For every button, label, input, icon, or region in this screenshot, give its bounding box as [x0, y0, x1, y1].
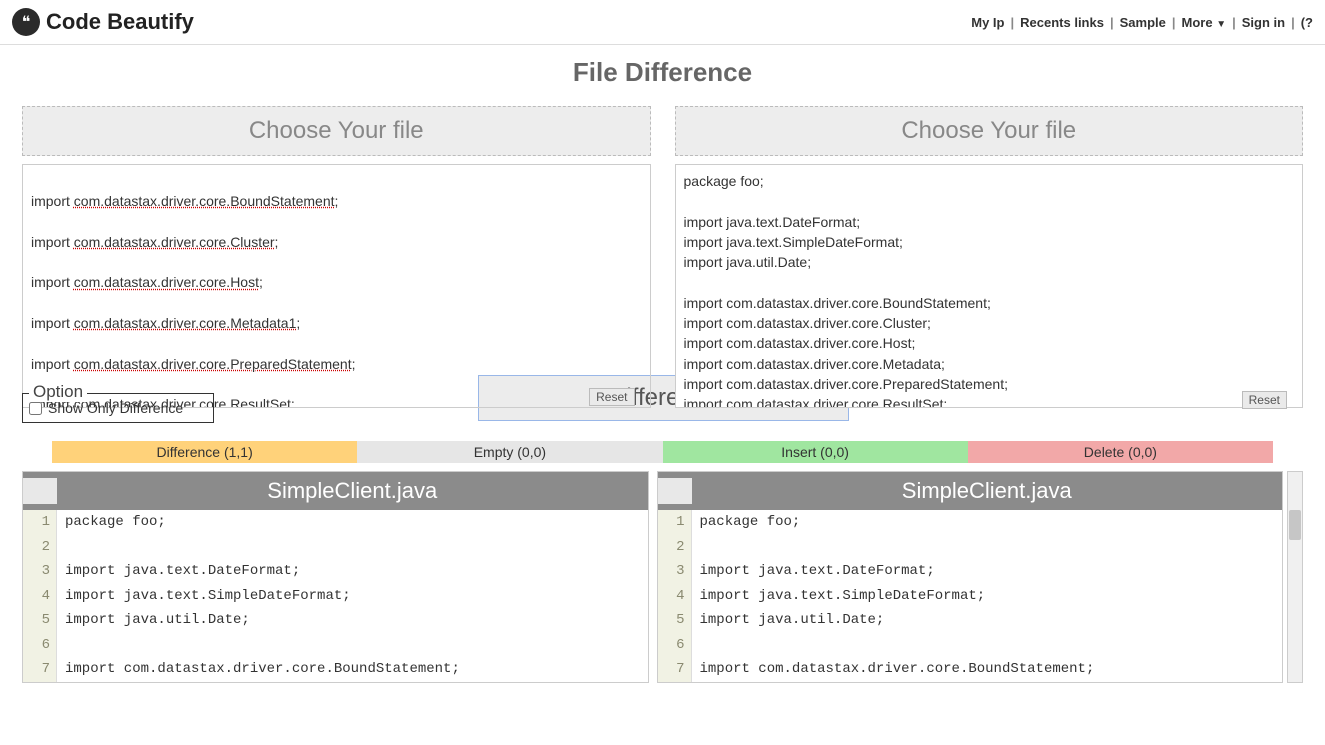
diff-line: 3import java.text.DateFormat;: [658, 559, 1283, 584]
nav-sample[interactable]: Sample: [1120, 15, 1166, 30]
diff-line: 4import java.text.SimpleDateFormat;: [658, 584, 1283, 609]
nav-more[interactable]: More ▼: [1182, 15, 1227, 30]
diff-right-title: SimpleClient.java: [692, 478, 1283, 504]
brand[interactable]: ❝ Code Beautify: [12, 8, 194, 36]
diff-left-title: SimpleClient.java: [57, 478, 648, 504]
reset-left-button[interactable]: Reset: [589, 388, 634, 406]
diff-right-body: 1package foo;23import java.text.DateForm…: [658, 510, 1283, 682]
nav-my-ip[interactable]: My Ip: [971, 15, 1004, 30]
diff-line: 7import com.datastax.driver.core.BoundSt…: [23, 657, 648, 682]
top-nav: My Ip | Recents links | Sample | More ▼ …: [971, 15, 1313, 30]
option-legend: Option: [29, 382, 87, 402]
diff-line: 2: [658, 535, 1283, 560]
reset-right-button[interactable]: Reset: [1242, 391, 1287, 409]
diff-scrollbar[interactable]: [1287, 471, 1303, 683]
choose-file-right[interactable]: Choose Your file: [675, 106, 1304, 156]
logo-icon: ❝: [12, 8, 40, 36]
nav-sign-in[interactable]: Sign in: [1242, 15, 1285, 30]
nav-recent-links[interactable]: Recents links: [1020, 15, 1104, 30]
diff-line: 6: [23, 633, 648, 658]
right-code-input[interactable]: [675, 164, 1304, 408]
diff-line: 3import java.text.DateFormat;: [23, 559, 648, 584]
diff-line: 5import java.util.Date;: [658, 608, 1283, 633]
diff-line: 6: [658, 633, 1283, 658]
legend-difference: Difference (1,1): [52, 441, 357, 463]
diff-line: 4import java.text.SimpleDateFormat;: [23, 584, 648, 609]
diff-line: 7import com.datastax.driver.core.BoundSt…: [658, 657, 1283, 682]
right-file-panel: Choose Your file Reset: [675, 106, 1304, 411]
diff-left-column: SimpleClient.java 1package foo;23import …: [22, 471, 649, 683]
option-fieldset: Option Show Only Difference: [22, 393, 214, 423]
diff-line: 1package foo;: [658, 510, 1283, 535]
diff-line: 1package foo;: [23, 510, 648, 535]
left-code-input[interactable]: import com.datastax.driver.core.BoundSta…: [22, 164, 651, 408]
site-header: ❝ Code Beautify My Ip | Recents links | …: [0, 0, 1325, 45]
left-file-panel: Choose Your file import com.datastax.dri…: [22, 106, 651, 411]
show-only-diff-label[interactable]: Show Only Difference: [29, 400, 183, 416]
choose-file-left[interactable]: Choose Your file: [22, 106, 651, 156]
page-title: File Difference: [0, 45, 1325, 106]
diff-left-body: 1package foo;23import java.text.DateForm…: [23, 510, 648, 682]
brand-text: Code Beautify: [46, 9, 194, 35]
nav-help[interactable]: (?: [1301, 15, 1313, 30]
legend-delete: Delete (0,0): [968, 441, 1273, 463]
diff-line: 5import java.util.Date;: [23, 608, 648, 633]
legend-insert: Insert (0,0): [663, 441, 968, 463]
show-only-diff-checkbox[interactable]: [29, 402, 42, 415]
diff-output: SimpleClient.java 1package foo;23import …: [22, 471, 1303, 683]
diff-line: 2: [23, 535, 648, 560]
caret-down-icon: ▼: [1216, 19, 1226, 30]
diff-right-column: SimpleClient.java 1package foo;23import …: [657, 471, 1284, 683]
legend-empty: Empty (0,0): [357, 441, 662, 463]
diff-legend-bar: Difference (1,1) Empty (0,0) Insert (0,0…: [52, 441, 1273, 463]
